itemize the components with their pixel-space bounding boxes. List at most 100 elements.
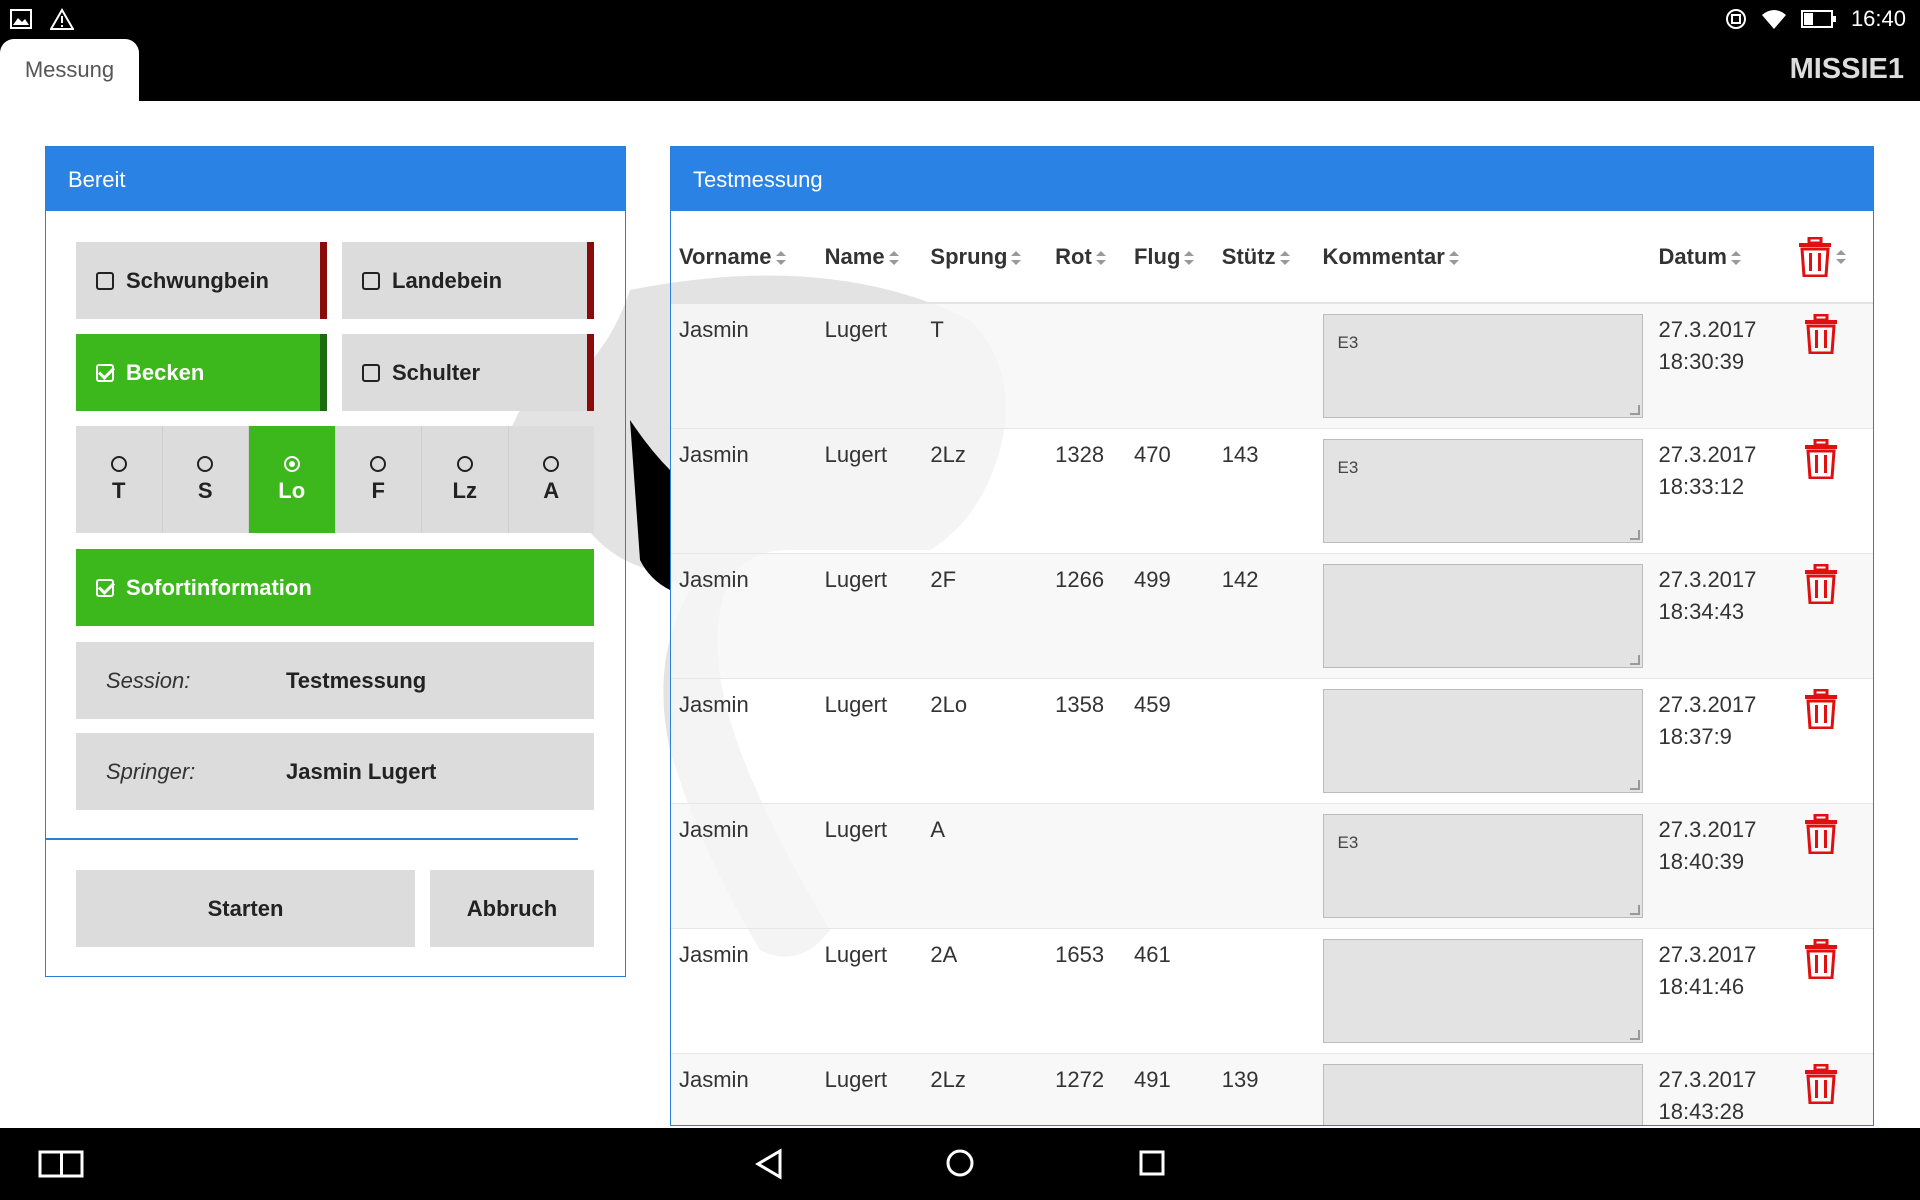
radio-label: T [112,477,126,503]
cell-stuetz [1213,303,1315,429]
toggle-label: Schulter [392,359,481,385]
column-header-name[interactable]: Name [816,211,923,304]
cell-kommentar: E3 [1314,803,1651,929]
comment-textarea[interactable]: E3 [1322,439,1643,543]
trash-icon[interactable] [1804,939,1838,979]
cell-rot: 1653 [1047,928,1126,1054]
toggle-becken[interactable]: Becken [76,334,327,411]
sort-icon [1730,250,1741,265]
sort-icon [1279,250,1290,265]
cell-rot: 1272 [1047,1053,1126,1125]
table-row: Jasmin Lugert A E3 27.3.2017 18:40:39 [671,803,1873,929]
trash-icon[interactable] [1804,814,1838,854]
table-row: Jasmin Lugert 2F 1266 499 142 27.3.2017 1… [671,553,1873,679]
column-header-delete-all[interactable] [1790,211,1873,304]
toggle-schulter[interactable]: Schulter [342,334,594,411]
radio-label: A [543,477,560,503]
time-text: 18:41:46 [1658,974,1745,999]
radio-label: S [197,477,213,503]
radio-jump-a[interactable]: A [509,426,595,533]
radio-label: F [371,477,385,503]
trash-icon[interactable] [1804,439,1838,479]
split-screen-icon[interactable] [38,1150,84,1178]
start-button[interactable]: Starten [76,870,415,947]
radio-icon [197,455,214,472]
comment-textarea[interactable]: E3 [1322,314,1643,418]
trash-icon[interactable] [1804,689,1838,729]
radio-jump-f[interactable]: F [336,426,422,533]
toggle-indicator [587,242,594,319]
checkbox-checked-icon [96,578,114,597]
toggle-indicator [320,334,327,411]
column-header-stuetz[interactable]: Stütz [1213,211,1315,304]
toggle-sofortinformation[interactable]: Sofortinformation [76,549,594,626]
trash-icon[interactable] [1804,564,1838,604]
cell-rot: 1266 [1047,553,1126,679]
cell-flug: 461 [1125,928,1214,1054]
cell-datum: 27.3.2017 18:30:39 [1650,303,1791,429]
sort-icon [1095,250,1106,265]
radio-label: Lz [452,477,477,503]
date-text: 27.3.2017 [1658,817,1757,842]
cell-flug [1125,803,1214,929]
column-header-sprung[interactable]: Sprung [922,211,1048,304]
radio-icon [370,455,387,472]
toggle-label: Schwungbein [126,267,269,293]
image-notification-icon [10,9,32,29]
column-header-kommentar[interactable]: Kommentar [1314,211,1651,304]
cell-delete [1790,803,1873,929]
column-header-datum[interactable]: Datum [1650,211,1791,304]
time-text: 18:37:9 [1658,724,1732,749]
column-header-rot[interactable]: Rot [1047,211,1126,304]
cancel-button[interactable]: Abbruch [430,870,594,947]
control-panel-title: Bereit [46,147,625,211]
clock: 16:40 [1850,6,1906,31]
comment-textarea[interactable] [1322,939,1643,1043]
table-row: Jasmin Lugert 2A 1653 461 27.3.2017 18:41… [671,928,1873,1054]
toggle-indicator [320,242,327,319]
cell-delete [1790,428,1873,554]
toggle-schwungbein[interactable]: Schwungbein [76,242,327,319]
sort-icon [1011,250,1022,265]
radio-jump-lo[interactable]: Lo [249,426,336,533]
sort-icon [1184,250,1195,265]
cell-kommentar [1314,928,1651,1054]
recent-apps-icon[interactable] [1138,1149,1166,1177]
cell-sprung: 2Lz [922,428,1048,554]
tab-messung[interactable]: Messung [0,39,139,101]
radio-jump-s[interactable]: S [163,426,249,533]
toggle-label: Becken [126,359,205,385]
cell-name: Lugert [816,553,923,679]
radio-selected-icon [283,455,300,472]
radio-label: Lo [278,477,306,503]
cell-delete [1790,553,1873,679]
cell-kommentar [1314,553,1651,679]
cell-name: Lugert [816,303,923,429]
cell-name: Lugert [816,928,923,1054]
column-header-flug[interactable]: Flug [1125,211,1214,304]
comment-textarea[interactable] [1322,689,1643,793]
toggle-landebein[interactable]: Landebein [342,242,594,319]
column-header-vorname[interactable]: Vorname [671,211,817,304]
data-saver-icon [1725,9,1746,29]
cell-rot [1047,803,1126,929]
measurements-panel-title: Testmessung [671,147,1873,211]
table-row: Jasmin Lugert 2Lz 1328 470 143 E3 27.3.2… [671,428,1873,554]
trash-icon[interactable] [1804,314,1838,354]
home-icon[interactable] [945,1148,975,1178]
comment-textarea[interactable] [1322,564,1643,668]
toggle-label: Landebein [392,267,503,293]
radio-jump-lz[interactable]: Lz [422,426,509,533]
app-bar: Messung MISSIE1 [0,39,1920,101]
cell-delete [1790,1053,1873,1125]
radio-jump-t[interactable]: T [76,426,163,533]
back-icon[interactable] [754,1148,784,1180]
cell-flug: 499 [1125,553,1214,679]
time-text: 18:34:43 [1658,599,1745,624]
cell-stuetz: 143 [1213,428,1315,554]
comment-textarea[interactable] [1322,1064,1643,1125]
comment-textarea[interactable]: E3 [1322,814,1643,918]
cell-flug: 459 [1125,678,1214,804]
trash-icon[interactable] [1798,236,1832,277]
trash-icon[interactable] [1804,1064,1838,1104]
